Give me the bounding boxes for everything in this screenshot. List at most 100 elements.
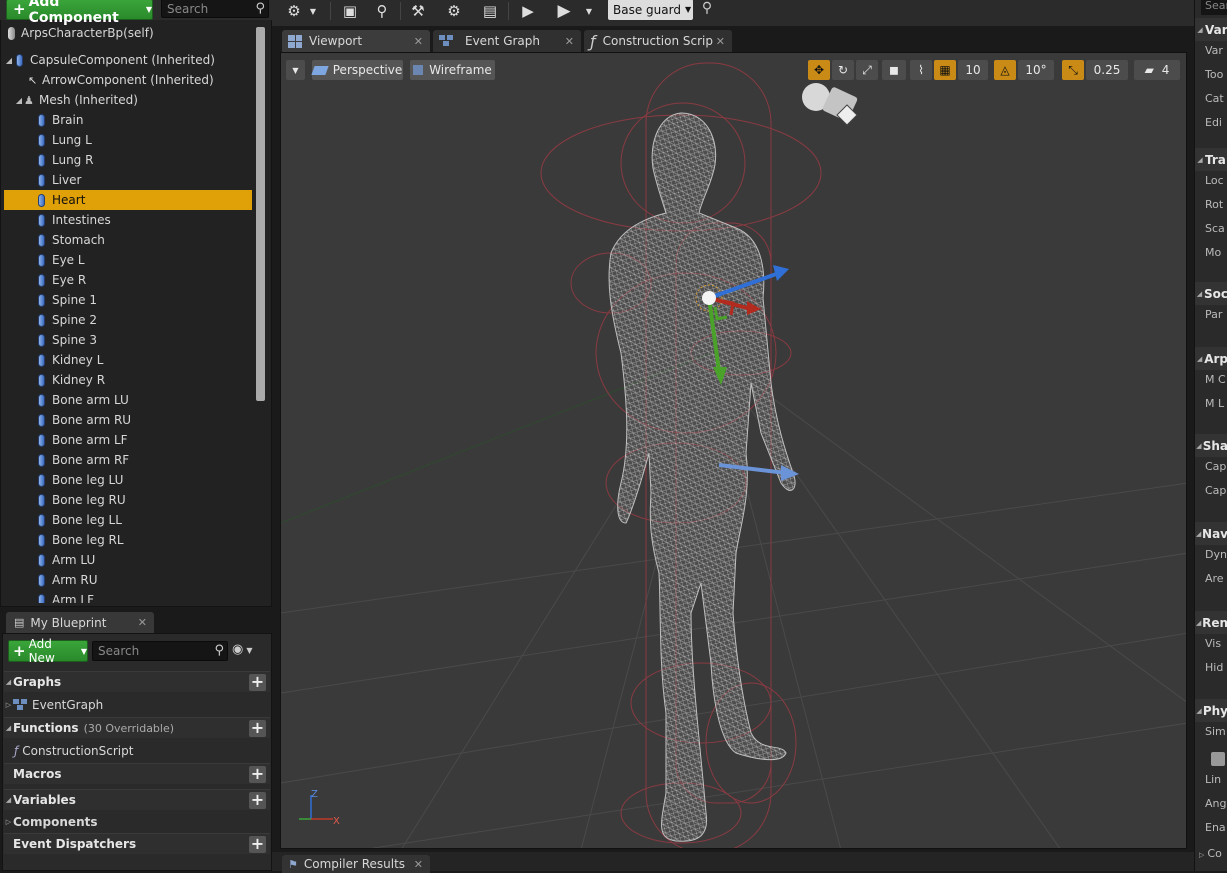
tree-item-organ[interactable]: Bone arm RU	[4, 410, 252, 430]
section-macros[interactable]: Macros +	[4, 763, 270, 784]
rotation-snap-value[interactable]: 10°	[1017, 59, 1055, 81]
variables-components-group[interactable]: ▷ Components	[4, 811, 270, 832]
tree-item-organ[interactable]: Bone arm LF	[4, 430, 252, 450]
tree-item-organ[interactable]: Arm LF	[4, 590, 252, 603]
debug-filter-select[interactable]: Base guard ▼	[608, 0, 693, 20]
scale-mode-button[interactable]: ⤢	[855, 59, 879, 81]
details-search-input[interactable]: Sear	[1201, 0, 1227, 15]
tree-scrollbar[interactable]	[256, 27, 265, 401]
details-section-header[interactable]: ◢ Sha	[1195, 434, 1227, 457]
details-section-header[interactable]: ◢ Ren	[1195, 611, 1227, 634]
tree-item-organ[interactable]: Bone leg LU	[4, 470, 252, 490]
add-graph-button[interactable]: +	[249, 674, 266, 691]
surface-snap-button[interactable]: ⌇	[909, 59, 933, 81]
tree-item-organ[interactable]: Kidney L	[4, 350, 252, 370]
add-event-dispatcher-button[interactable]: +	[249, 836, 266, 853]
scale-snap-toggle[interactable]: ⤡	[1061, 59, 1085, 81]
launch-button[interactable]: ▶	[514, 0, 542, 22]
expand-arrow-icon[interactable]: ▷	[4, 701, 13, 709]
collapse-arrow-icon[interactable]: ◢	[14, 96, 24, 105]
add-macro-button[interactable]: +	[249, 766, 266, 783]
section-variables[interactable]: ◢ Variables +	[4, 789, 270, 810]
function-item-constructionscript[interactable]: ƒ ConstructionScript	[4, 740, 270, 761]
viewport-scene[interactable]: Z X	[281, 53, 1187, 849]
tree-item-organ[interactable]: Heart	[4, 190, 252, 210]
mode-dropdown[interactable]: ▼	[306, 0, 320, 22]
browse-debug-button[interactable]: ⚲	[697, 0, 717, 20]
tree-item-organ[interactable]: Spine 1	[4, 290, 252, 310]
class-defaults-button[interactable]: ⚙	[440, 0, 468, 22]
translate-mode-button[interactable]: ✥	[807, 59, 831, 81]
details-section-header[interactable]: ◢ Nav	[1195, 522, 1227, 545]
class-settings-button[interactable]: ⚒	[404, 0, 432, 22]
coordinate-system-button[interactable]: ◼	[881, 59, 907, 81]
tree-item-organ[interactable]: Intestines	[4, 210, 252, 230]
tab-my-blueprint[interactable]: ▤ My Blueprint ✕	[6, 612, 154, 633]
camera-speed-button[interactable]: ▰ 4	[1133, 59, 1181, 81]
close-icon[interactable]: ✕	[716, 35, 725, 48]
grid-snap-toggle[interactable]: ▦	[933, 59, 957, 81]
details-section-header[interactable]: ◢ Soc	[1195, 282, 1227, 305]
tree-item-arrow-component[interactable]: ↖ ArrowComponent (Inherited)	[4, 70, 252, 90]
details-section-header[interactable]: ◢ Tra	[1195, 148, 1227, 171]
tree-item-organ[interactable]: Bone leg RU	[4, 490, 252, 510]
tree-item-organ[interactable]: Lung L	[4, 130, 252, 150]
tab-event-graph[interactable]: Event Graph ✕	[433, 30, 581, 52]
tree-item-organ[interactable]: Eye L	[4, 250, 252, 270]
tree-item-organ[interactable]: Lung R	[4, 150, 252, 170]
expand-arrow-icon[interactable]: ▷	[4, 818, 13, 826]
tree-item-organ[interactable]: Bone leg RL	[4, 530, 252, 550]
tree-item-organ[interactable]: Stomach	[4, 230, 252, 250]
add-function-button[interactable]: +	[249, 720, 266, 737]
grid-snap-value[interactable]: 10	[957, 59, 989, 81]
spotlight-icon[interactable]	[802, 83, 858, 126]
blueprint-search-input[interactable]: Search ⚲	[92, 641, 228, 661]
components-search-input[interactable]: Search ⚲	[161, 0, 269, 18]
add-component-button[interactable]: + Add Component ▼	[6, 0, 153, 26]
find-in-blueprint-button[interactable]: ⚲	[368, 0, 396, 22]
tab-construction-script[interactable]: ƒ Construction Scrip ✕	[584, 30, 732, 52]
details-section-header[interactable]: ◢ Var	[1195, 18, 1227, 41]
component-mode-button[interactable]: ⚙	[280, 0, 308, 22]
section-graphs[interactable]: ◢ Graphs +	[4, 671, 270, 692]
details-collapsed-group[interactable]: ▷ Co	[1199, 847, 1222, 860]
tree-item-organ[interactable]: Spine 2	[4, 310, 252, 330]
tab-viewport[interactable]: Viewport ✕	[282, 30, 430, 52]
collapse-arrow-icon[interactable]: ◢	[4, 56, 14, 65]
close-icon[interactable]: ✕	[414, 35, 423, 48]
tree-item-mesh[interactable]: ◢ ♟ Mesh (Inherited)	[4, 90, 252, 110]
tree-item-organ[interactable]: Kidney R	[4, 370, 252, 390]
graph-item-eventgraph[interactable]: ▷ EventGraph	[4, 694, 270, 715]
details-section-header[interactable]: ◢ Phy	[1195, 699, 1227, 722]
section-event-dispatchers[interactable]: Event Dispatchers +	[4, 833, 270, 854]
section-functions[interactable]: ◢ Functions (30 Overridable) +	[4, 717, 270, 738]
simulate-physics-checkbox[interactable]	[1211, 752, 1225, 766]
tree-item-organ[interactable]: Arm LU	[4, 550, 252, 570]
tree-item-organ[interactable]: Spine 3	[4, 330, 252, 350]
close-icon[interactable]: ✕	[565, 35, 574, 48]
details-section-header[interactable]: ◢ Arp	[1195, 347, 1227, 370]
tree-item-organ[interactable]: Bone arm LU	[4, 390, 252, 410]
add-variable-button[interactable]: +	[249, 792, 266, 809]
viewport-options-dropdown[interactable]: ▼	[285, 59, 306, 81]
play-button[interactable]: ▶	[550, 0, 578, 22]
add-new-button[interactable]: + Add New ▼	[8, 637, 88, 665]
visibility-filter-button[interactable]: ◉ ▼	[232, 642, 262, 660]
save-button[interactable]: ▣	[336, 0, 364, 22]
tab-compiler-results[interactable]: ⚑ Compiler Results ✕	[282, 855, 430, 873]
play-options-dropdown[interactable]: ▼	[582, 0, 596, 22]
perspective-button[interactable]: Perspective	[311, 59, 404, 81]
rotation-snap-toggle[interactable]: ◬	[993, 59, 1017, 81]
tree-item-organ[interactable]: Arm RU	[4, 570, 252, 590]
tree-item-organ[interactable]: Bone leg LL	[4, 510, 252, 530]
tree-item-organ[interactable]: Liver	[4, 170, 252, 190]
rotate-mode-button[interactable]: ↻	[831, 59, 855, 81]
tree-item-self[interactable]: ArpsCharacterBp(self)	[4, 23, 252, 43]
viewport[interactable]: Z X ▼ Perspective Wireframe ✥ ↻ ⤢ ◼ ⌇ ▦ …	[280, 52, 1187, 849]
close-icon[interactable]: ✕	[138, 616, 147, 629]
view-mode-button[interactable]: Wireframe	[409, 59, 496, 81]
close-icon[interactable]: ✕	[414, 858, 423, 871]
tree-item-organ[interactable]: Bone arm RF	[4, 450, 252, 470]
tree-item-capsule[interactable]: ◢ CapsuleComponent (Inherited)	[4, 50, 252, 70]
tree-item-organ[interactable]: Eye R	[4, 270, 252, 290]
